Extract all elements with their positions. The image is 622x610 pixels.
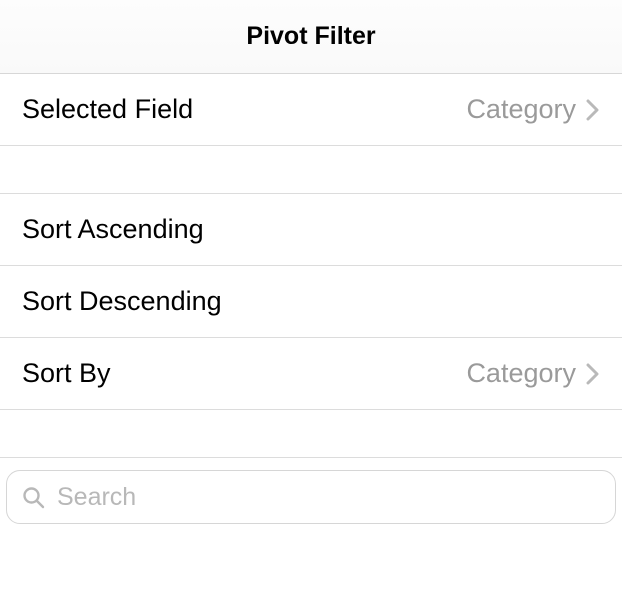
search-input[interactable]: [57, 483, 601, 512]
selected-field-row[interactable]: Selected Field Category: [0, 74, 622, 146]
sort-by-row[interactable]: Sort By Category: [0, 338, 622, 410]
sort-ascending-row[interactable]: Sort Ascending: [0, 194, 622, 266]
chevron-right-icon: [586, 363, 600, 385]
section-gap: [0, 146, 622, 194]
search-icon: [21, 485, 45, 509]
search-field[interactable]: [6, 470, 616, 524]
page-title: Pivot Filter: [246, 22, 375, 51]
header: Pivot Filter: [0, 0, 622, 74]
sort-descending-label: Sort Descending: [22, 286, 600, 317]
selected-field-label: Selected Field: [22, 94, 466, 125]
section-gap: [0, 410, 622, 458]
sort-by-label: Sort By: [22, 358, 466, 389]
selected-field-value: Category: [466, 94, 576, 125]
search-container: [0, 458, 622, 524]
chevron-right-icon: [586, 99, 600, 121]
sort-ascending-label: Sort Ascending: [22, 214, 600, 245]
sort-descending-row[interactable]: Sort Descending: [0, 266, 622, 338]
sort-by-value: Category: [466, 358, 576, 389]
